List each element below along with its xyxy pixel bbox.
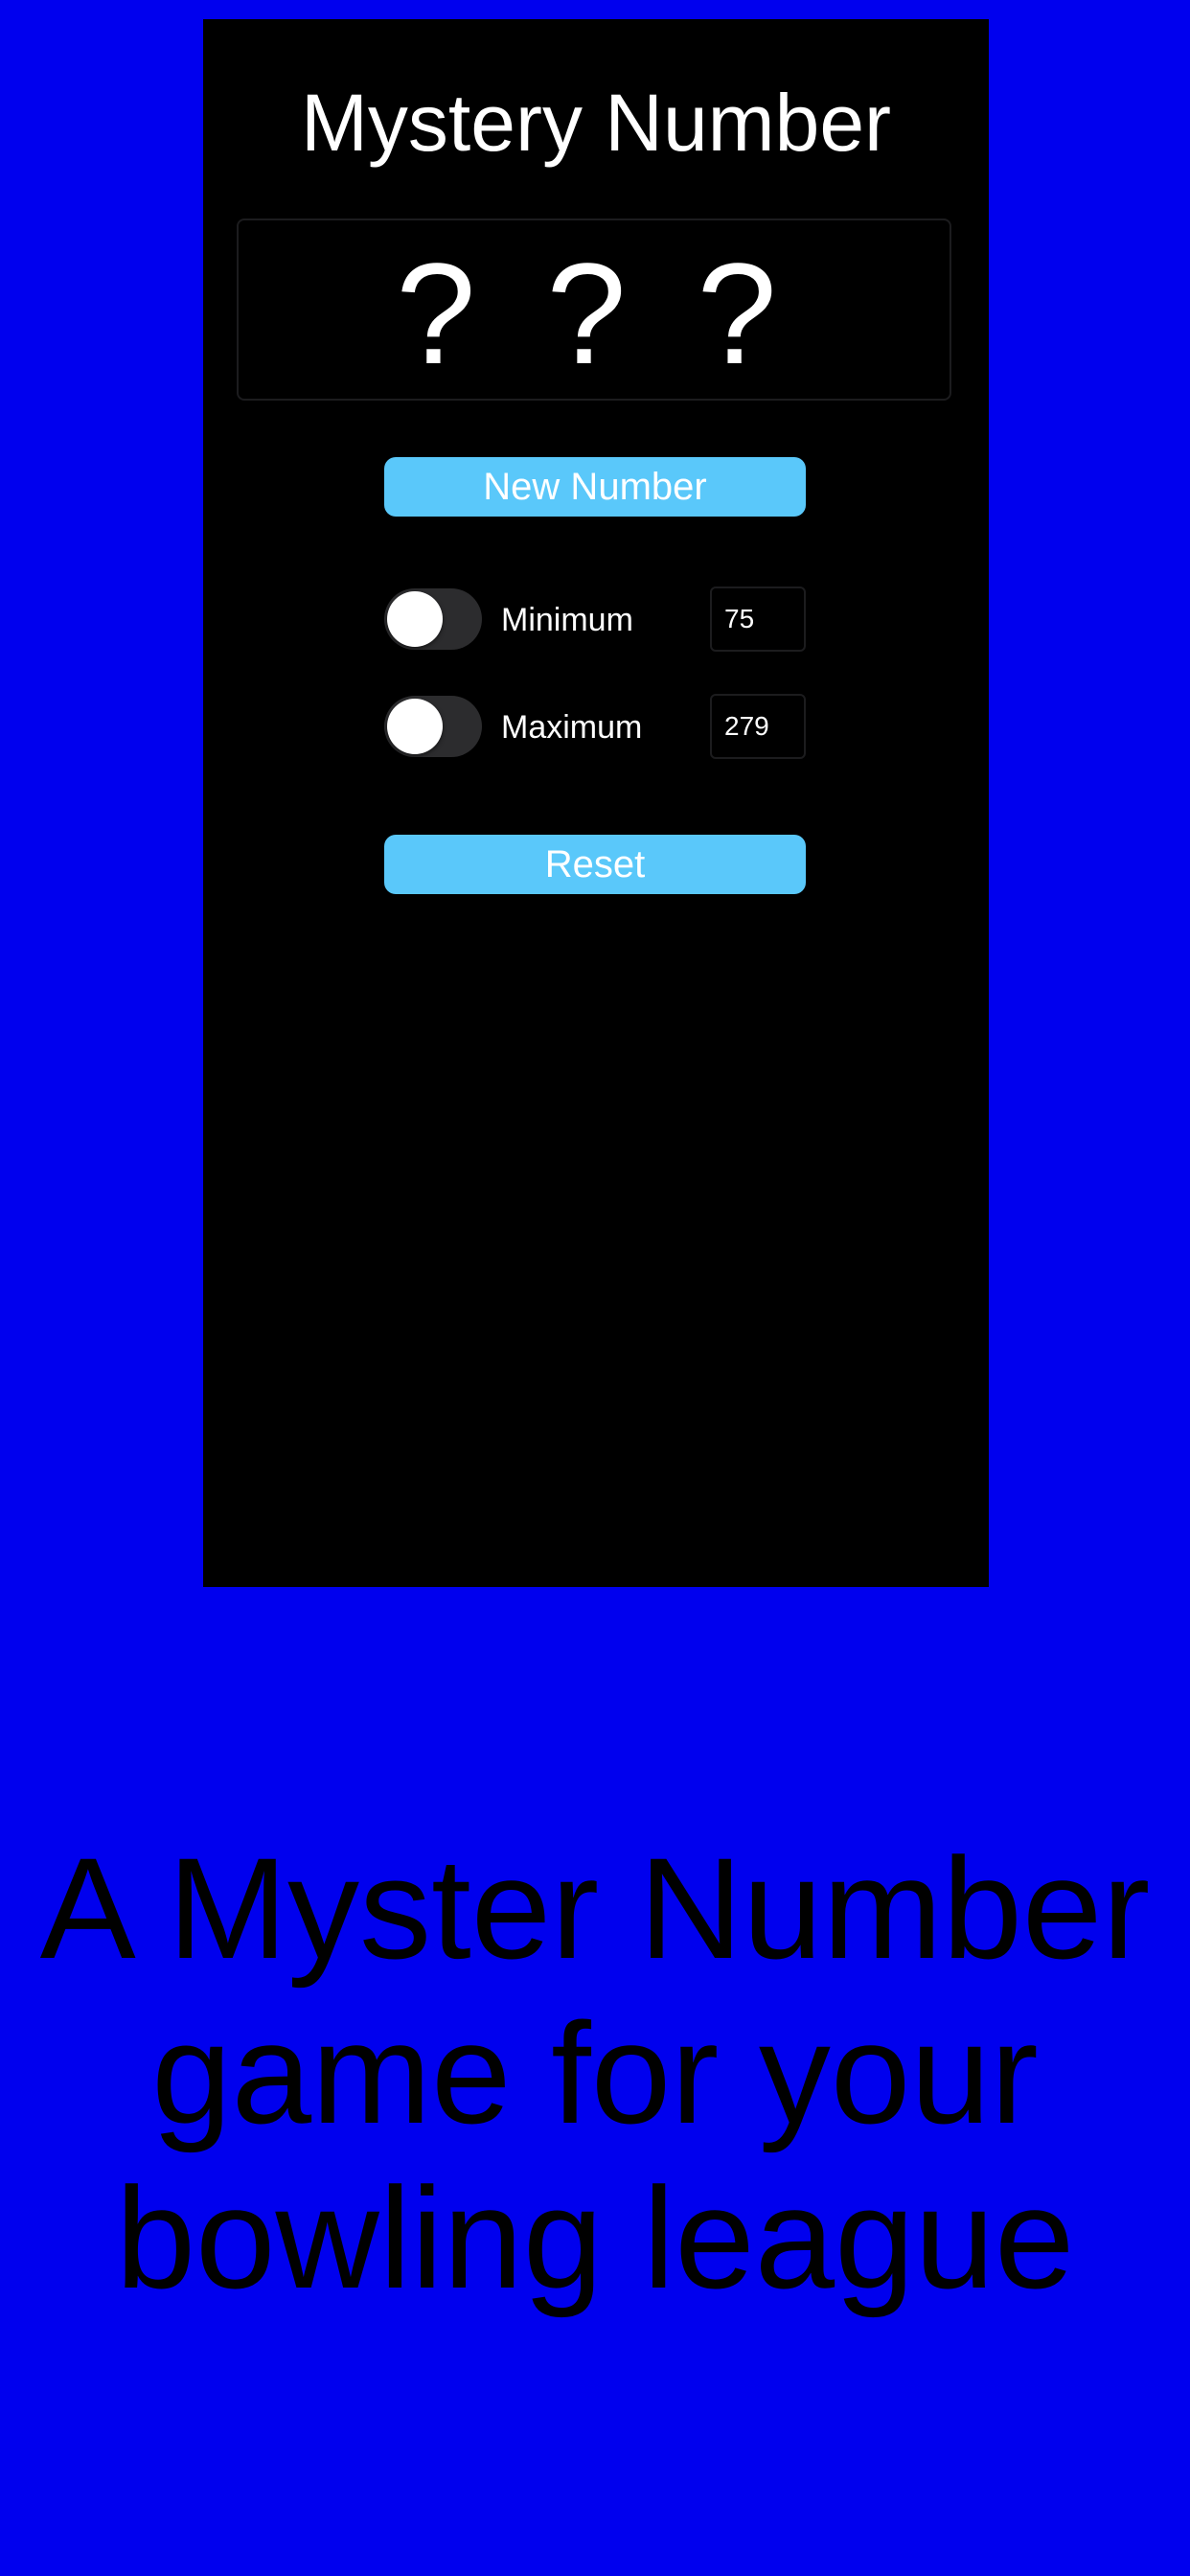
minimum-label: Minimum bbox=[501, 602, 633, 638]
maximum-toggle[interactable] bbox=[384, 696, 482, 757]
app-screen: Mystery Number ? ? ? New Number Minimum … bbox=[203, 19, 989, 1587]
reset-button[interactable]: Reset bbox=[384, 835, 806, 894]
maximum-label: Maximum bbox=[501, 709, 643, 746]
mystery-digits: ? ? ? bbox=[396, 233, 792, 394]
maximum-value-field[interactable] bbox=[710, 694, 806, 759]
toggle-knob bbox=[387, 591, 443, 647]
minimum-value-field[interactable] bbox=[710, 586, 806, 652]
maximum-setting-row: Maximum bbox=[384, 694, 806, 761]
minimum-toggle[interactable] bbox=[384, 588, 482, 650]
toggle-knob bbox=[387, 699, 443, 754]
promo-tagline: A Myster Number game for your bowling le… bbox=[39, 1828, 1151, 2318]
app-title: Mystery Number bbox=[300, 78, 892, 168]
minimum-setting-row: Minimum bbox=[384, 586, 806, 654]
new-number-button[interactable]: New Number bbox=[384, 457, 806, 517]
mystery-number-display: ? ? ? bbox=[237, 218, 951, 401]
